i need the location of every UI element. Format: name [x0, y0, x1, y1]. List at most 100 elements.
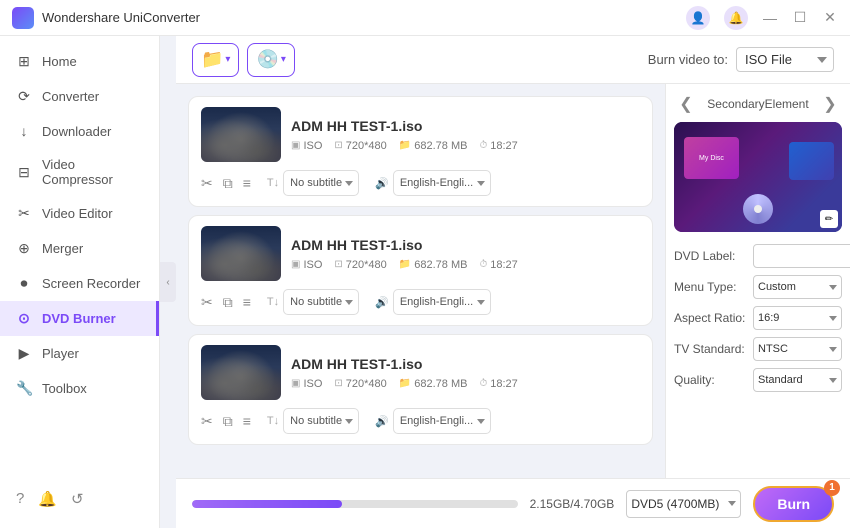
subtitle-select[interactable]: No subtitle	[283, 170, 359, 196]
refresh-icon[interactable]: ↺	[71, 490, 84, 508]
maximize-button[interactable]: ☐	[792, 10, 808, 26]
audio-select[interactable]: English-Engli...	[393, 408, 491, 434]
sidebar-bottom: ? 🔔 ↺	[0, 478, 159, 520]
menu-icon[interactable]: ≡	[243, 175, 251, 192]
file-card-top: ADM HH TEST-1.iso ▣ ISO ⊡ 720*480	[201, 345, 640, 400]
app-logo	[12, 7, 34, 29]
sidebar-collapse-button[interactable]: ‹	[160, 262, 176, 302]
dvd-label-field: DVD Label:	[674, 244, 842, 268]
audio-label: 🔊 English-Engli...	[375, 408, 491, 434]
file-duration: ⏱ 18:27	[479, 378, 517, 390]
audio-prefix-icon: 🔊	[375, 415, 389, 428]
file-card-top: ADM HH TEST-1.iso ▣ ISO ⊡ 720*480	[201, 107, 640, 162]
sidebar-item-dvd-burner[interactable]: ⊙ DVD Burner	[0, 301, 159, 336]
burn-to-select[interactable]: ISO File DVD Disc DVD Folder	[736, 47, 834, 72]
dvd-menu-visual: My Disc	[674, 122, 842, 232]
preview-next-button[interactable]: ❯	[818, 92, 842, 116]
audio-label: 🔊 English-Engli...	[375, 289, 491, 315]
alerts-icon[interactable]: 🔔	[38, 490, 57, 508]
preview-edit-button[interactable]: ✏	[820, 210, 838, 228]
preview-prev-button[interactable]: ❮	[674, 92, 698, 116]
storage-progress-bar	[192, 500, 518, 508]
resolution-icon: ⊡	[334, 140, 342, 151]
file-name: ADM HH TEST-1.iso	[291, 356, 640, 372]
dvd-label-input[interactable]	[753, 244, 850, 268]
cut-icon[interactable]: ✂	[201, 413, 213, 430]
audio-select[interactable]: English-Engli...	[393, 170, 491, 196]
copy-icon[interactable]: ⧉	[223, 294, 233, 311]
burn-button-badge: 1	[824, 480, 840, 496]
storage-progress-fill	[192, 500, 342, 508]
file-format: ▣ ISO	[291, 259, 322, 271]
copy-icon[interactable]: ⧉	[223, 175, 233, 192]
subtitle-select[interactable]: No subtitle	[283, 408, 359, 434]
minimize-button[interactable]: —	[762, 10, 778, 26]
sidebar-item-home[interactable]: ⊞ Home	[0, 44, 159, 79]
file-format: ▣ ISO	[291, 378, 322, 390]
notification-icon[interactable]: 🔔	[724, 6, 748, 30]
top-bar-right: Burn video to: ISO File DVD Disc DVD Fol…	[648, 47, 834, 72]
burn-button-wrap: Burn 1	[753, 486, 834, 522]
cut-icon[interactable]: ✂	[201, 175, 213, 192]
file-card-actions: ✂ ⧉ ≡ T↓ No subtitle 🔊	[201, 170, 640, 196]
copy-icon[interactable]: ⧉	[223, 413, 233, 430]
tv-standard-select[interactable]: NTSC PAL	[753, 337, 842, 361]
action-icons: ✂ ⧉ ≡	[201, 413, 251, 430]
sidebar-item-merger[interactable]: ⊕ Merger	[0, 231, 159, 266]
sidebar-item-toolbox[interactable]: 🔧 Toolbox	[0, 371, 159, 406]
file-thumbnail	[201, 107, 281, 162]
burn-to-label: Burn video to:	[648, 52, 728, 67]
close-button[interactable]: ✕	[822, 10, 838, 26]
menu-icon[interactable]: ≡	[243, 413, 251, 430]
dvd-burner-icon: ⊙	[16, 310, 32, 327]
window-controls: 👤 🔔 — ☐ ✕	[686, 6, 838, 30]
sidebar: ⊞ Home ⟳ Converter ↓ Downloader ⊟ Video …	[0, 36, 160, 528]
player-icon: ▶	[16, 345, 32, 362]
user-account-icon[interactable]: 👤	[686, 6, 710, 30]
duration-icon: ⏱	[479, 140, 487, 151]
sidebar-item-downloader[interactable]: ↓ Downloader	[0, 114, 159, 148]
add-file-button[interactable]: 📁 ▾	[192, 43, 239, 77]
menu-type-field: Menu Type: Custom None Simple	[674, 275, 842, 299]
home-icon: ⊞	[16, 53, 32, 70]
file-duration: ⏱ 18:27	[479, 140, 517, 152]
sidebar-item-converter[interactable]: ⟳ Converter	[0, 79, 159, 114]
quality-select[interactable]: Standard High Low	[753, 368, 842, 392]
content-area: 📁 ▾ 💿 ▾ Burn video to: ISO File DVD Disc…	[176, 36, 850, 528]
menu-type-select[interactable]: Custom None Simple	[753, 275, 842, 299]
video-editor-icon: ✂	[16, 205, 32, 222]
subtitle-prefix-icon: T↓	[267, 415, 279, 427]
sidebar-item-player[interactable]: ▶ Player	[0, 336, 159, 371]
sidebar-item-video-editor[interactable]: ✂ Video Editor	[0, 196, 159, 231]
preview-nav: ❮ SecondaryElement ❯	[674, 92, 842, 116]
sidebar-item-screen-recorder[interactable]: ⏺ Screen Recorder	[0, 266, 159, 301]
video-compressor-icon: ⊟	[16, 164, 32, 181]
file-resolution: ⊡ 720*480	[334, 378, 386, 390]
burn-button[interactable]: Burn	[753, 486, 834, 522]
subtitle-label: T↓ No subtitle	[267, 408, 359, 434]
subtitle-label: T↓ No subtitle	[267, 170, 359, 196]
sidebar-item-video-compressor[interactable]: ⊟ Video Compressor	[0, 148, 159, 196]
menu-icon[interactable]: ≡	[243, 294, 251, 311]
file-thumbnail	[201, 226, 281, 281]
add-disc-button[interactable]: 💿 ▾	[247, 43, 294, 77]
subtitle-label: T↓ No subtitle	[267, 289, 359, 315]
subtitle-select[interactable]: No subtitle	[283, 289, 359, 315]
preview-image: My Disc ✏	[674, 122, 842, 232]
file-size: 📁 682.78 MB	[399, 378, 468, 390]
disc-type-select[interactable]: DVD5 (4700MB) DVD9 (8540MB)	[626, 490, 741, 518]
right-panel: ❮ SecondaryElement ❯ My Disc ✏ DVD	[665, 84, 850, 478]
file-info: ADM HH TEST-1.iso ▣ ISO ⊡ 720*480	[291, 356, 640, 390]
tv-standard-text: TV Standard:	[674, 342, 749, 356]
downloader-icon: ↓	[16, 123, 32, 139]
size-icon: 📁	[399, 140, 411, 151]
tv-standard-field: TV Standard: NTSC PAL	[674, 337, 842, 361]
audio-select[interactable]: English-Engli...	[393, 289, 491, 315]
cut-icon[interactable]: ✂	[201, 294, 213, 311]
merger-icon: ⊕	[16, 240, 32, 257]
audio-label: 🔊 English-Engli...	[375, 170, 491, 196]
aspect-ratio-select[interactable]: 16:9 4:3	[753, 306, 842, 330]
help-icon[interactable]: ?	[16, 490, 24, 508]
subtitle-prefix-icon: T↓	[267, 296, 279, 308]
main-layout: ⊞ Home ⟳ Converter ↓ Downloader ⊟ Video …	[0, 36, 850, 528]
